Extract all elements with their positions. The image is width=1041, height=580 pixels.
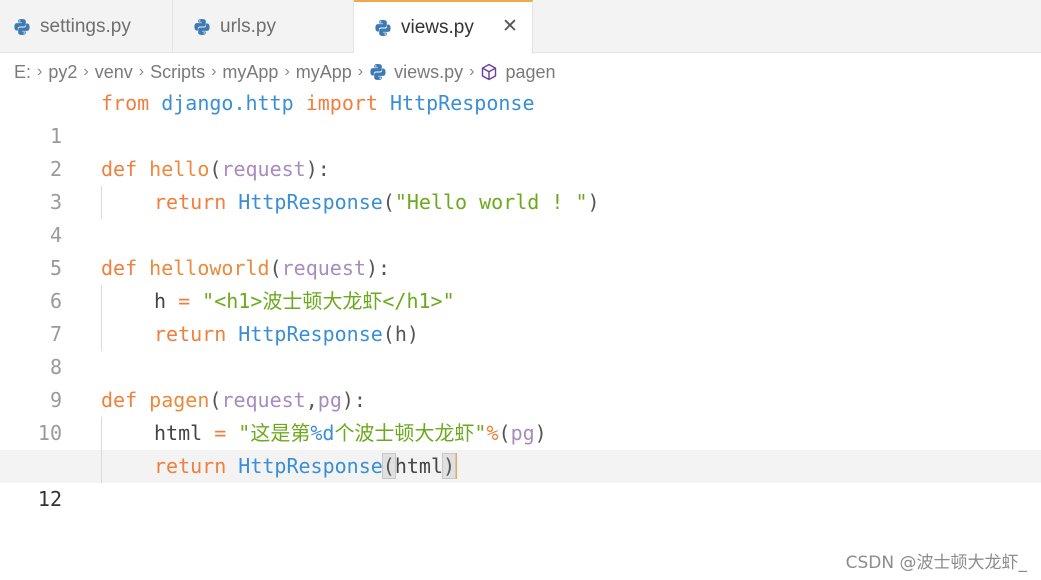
tab-views-py[interactable]: views.py ✕ [354,0,533,54]
breadcrumb-item[interactable]: myApp [222,62,278,83]
line-content: from django.http import HttpResponse [101,91,535,115]
chevron-right-icon: › [211,63,217,80]
tab-settings-py[interactable]: settings.py [0,0,173,53]
code-line: 6 def helloworld(request): [0,252,1041,313]
code-line: 10 def pagen(request,pg): [0,384,1041,445]
code-line: 1 from django.http import HttpResponse [0,87,1041,148]
breadcrumb-item[interactable]: venv [95,62,133,83]
close-icon[interactable]: ✕ [500,17,520,37]
python-icon [374,19,392,37]
line-content: return HttpResponse("Hello world ! ") [154,190,600,214]
code-line-current: 12 return HttpResponse(html) [0,450,1041,511]
line-content: def hello(request): [101,157,330,181]
chevron-right-icon: › [37,63,43,80]
indent-guide [101,417,102,450]
code-line: 3 def hello(request): [0,153,1041,214]
breadcrumb-file-label: views.py [394,61,464,82]
line-content: html = "这是第%d个波士顿大龙虾"%(pg) [154,421,547,445]
chevron-right-icon: › [138,63,145,80]
tab-label: views.py [401,17,474,38]
line-content: return HttpResponse(h) [154,322,419,346]
python-icon [369,63,387,81]
watermark: CSDN @波士顿大龙虾_ [845,553,1027,573]
line-number: 12 [37,487,62,511]
line-content: def helloworld(request): [101,256,391,280]
text-cursor [455,452,458,479]
code-line: 5 [0,219,1041,280]
chevron-right-icon: › [284,63,290,80]
indent-guide [101,318,102,351]
breadcrumb-item[interactable]: Scripts [150,62,205,83]
indent-guide [101,186,102,219]
tab-urls-py[interactable]: urls.py [173,0,354,53]
breadcrumb: E: › py2 › venv › Scripts › myApp › myAp… [14,59,556,85]
chevron-right-icon: › [469,63,475,80]
breadcrumb-item[interactable]: E: [14,62,31,83]
chevron-right-icon: › [83,63,89,80]
breadcrumb-item[interactable]: myApp [296,62,352,83]
breadcrumb-file[interactable]: views.py [369,62,463,83]
indent-guide [101,450,102,483]
python-icon [13,18,31,36]
breadcrumb-item[interactable]: py2 [48,62,77,83]
code-line: 8 return HttpResponse(h) [0,318,1041,379]
line-content: def pagen(request,pg): [101,388,366,412]
indent-guide [101,285,102,318]
method-cube-icon [480,63,498,81]
code-editor[interactable]: 1 from django.http import HttpResponse 2… [0,87,1041,511]
line-content: h = "<h1>波士顿大龙虾</h1>" [154,289,455,313]
tab-label: urls.py [220,15,276,37]
tab-label: settings.py [40,15,131,37]
code-line: 2 [0,120,1041,181]
code-line: 11 html = "这是第%d个波士顿大龙虾"%(pg) [0,417,1041,478]
code-line: 4 return HttpResponse("Hello world ! ") [0,186,1041,247]
code-line: 7 h = "<h1>波士顿大龙虾</h1>" [0,285,1041,346]
breadcrumb-symbol-label: pagen [505,61,556,82]
code-line: 9 [0,351,1041,412]
breadcrumb-symbol[interactable]: pagen [480,61,556,83]
chevron-right-icon: › [357,63,364,80]
editor-tab-bar: settings.py urls.py views.py ✕ [0,0,1041,54]
python-icon [193,18,211,36]
line-content: return HttpResponse(html) [154,452,458,479]
